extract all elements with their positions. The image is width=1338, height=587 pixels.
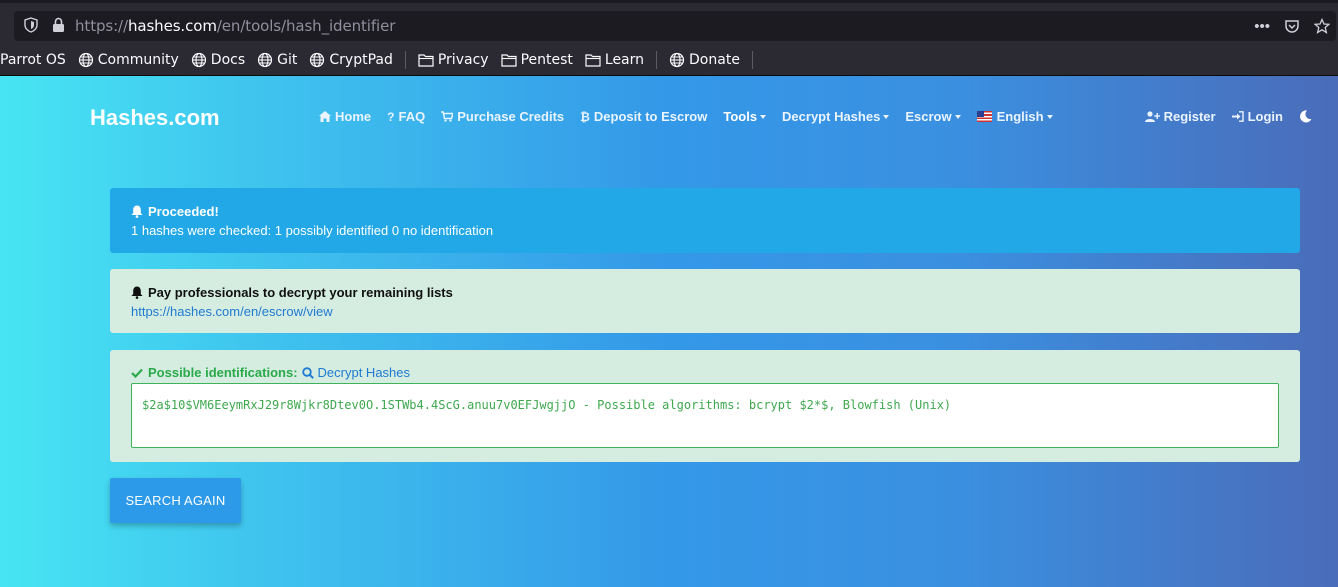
search-again-button[interactable]: SEARCH AGAIN: [110, 478, 241, 523]
bookmark-folder-learn[interactable]: Learn: [585, 52, 644, 68]
pocket-icon[interactable]: [1284, 18, 1300, 34]
cart-icon: [441, 111, 454, 122]
bookmark-community[interactable]: Community: [78, 52, 179, 68]
shield-icon[interactable]: [24, 17, 38, 33]
nav-login[interactable]: Login: [1231, 109, 1283, 124]
globe-icon: [669, 52, 685, 67]
globe-icon: [191, 52, 206, 67]
professionals-alert: Pay professionals to decrypt your remain…: [110, 269, 1300, 333]
more-dots-icon[interactable]: •••: [1254, 18, 1270, 35]
hash-result-textarea[interactable]: $2a$10$VM6EeymRxJ29r8Wjkr8Dtev0O.1STWb4.…: [131, 383, 1279, 448]
check-icon: [131, 368, 143, 378]
address-bar[interactable]: https://hashes.com/en/tools/hash_identif…: [14, 11, 1336, 41]
alert-title: Proceeded!: [148, 204, 219, 219]
caret-down-icon: [1046, 115, 1053, 119]
us-flag-icon: [976, 111, 992, 122]
browser-toolbar: https://hashes.com/en/tools/hash_identif…: [0, 0, 1338, 44]
url-text[interactable]: https://hashes.com/en/tools/hash_identif…: [75, 17, 395, 35]
globe-icon: [258, 52, 273, 67]
escrow-link[interactable]: https://hashes.com/en/escrow/view: [131, 304, 1279, 319]
bookmark-docs[interactable]: Docs: [191, 52, 245, 68]
caret-down-icon: [760, 115, 767, 119]
site-brand[interactable]: Hashes.com: [90, 105, 220, 131]
nav-home[interactable]: Home: [319, 109, 371, 124]
user-nav: Register Login: [1144, 109, 1312, 124]
bell-icon: [131, 286, 143, 299]
lock-icon[interactable]: [52, 17, 65, 33]
proceeded-alert: Proceeded! 1 hashes were checked: 1 poss…: [110, 188, 1300, 253]
nav-register[interactable]: Register: [1144, 109, 1216, 124]
search-icon: [301, 366, 314, 379]
home-icon: [319, 111, 331, 122]
moon-icon[interactable]: [1299, 110, 1312, 123]
bookmark-donate[interactable]: Donate: [669, 52, 740, 68]
nav-purchase-credits[interactable]: Purchase Credits: [441, 109, 564, 124]
caret-down-icon: [883, 115, 890, 119]
question-icon: ?: [387, 109, 395, 124]
star-icon[interactable]: [1314, 18, 1330, 34]
alert-message: 1 hashes were checked: 1 possibly identi…: [131, 223, 494, 238]
bookmark-folder-pentest[interactable]: Pentest: [500, 52, 573, 68]
bitcoin-icon: ₿: [580, 109, 590, 124]
globe-icon: [310, 52, 325, 67]
alert-title: Pay professionals to decrypt your remain…: [148, 285, 453, 300]
globe-icon: [78, 52, 93, 67]
folder-icon: [418, 53, 434, 67]
nav-decrypt-hashes[interactable]: Decrypt Hashes: [782, 109, 890, 124]
bookmark-git[interactable]: Git: [257, 52, 297, 68]
nav-language[interactable]: English: [976, 109, 1053, 124]
nav-faq[interactable]: ? FAQ: [387, 109, 425, 124]
bookmark-parrot-os[interactable]: Parrot OS: [0, 52, 66, 68]
sign-in-icon: [1231, 111, 1244, 122]
caret-down-icon: [954, 115, 961, 119]
page-content: Hashes.com Home ? FAQ Purchase Credits ₿…: [0, 76, 1338, 587]
identification-result-panel: Possible identifications: Decrypt Hashes…: [110, 350, 1300, 462]
folder-icon: [585, 53, 601, 67]
bookmark-cryptpad[interactable]: CryptPad: [309, 52, 393, 68]
possible-identifications-label: Possible identifications:: [148, 365, 298, 380]
bookmark-folder-privacy[interactable]: Privacy: [418, 52, 489, 68]
nav-deposit-escrow[interactable]: ₿ Deposit to Escrow: [580, 109, 707, 124]
bookmark-separator: [751, 50, 753, 69]
nav-tools[interactable]: Tools: [723, 109, 767, 124]
decrypt-hashes-link[interactable]: Decrypt Hashes: [301, 365, 410, 380]
bell-icon: [131, 205, 143, 218]
main-nav: Home ? FAQ Purchase Credits ₿ Deposit to…: [319, 109, 1069, 124]
user-plus-icon: [1144, 111, 1160, 122]
bookmarks-toolbar: Parrot OS Community Docs Git CryptPad Pr…: [0, 44, 1338, 76]
bookmark-separator: [404, 50, 406, 69]
folder-icon: [500, 53, 517, 67]
nav-escrow[interactable]: Escrow: [905, 109, 961, 124]
bookmark-separator: [656, 50, 658, 69]
